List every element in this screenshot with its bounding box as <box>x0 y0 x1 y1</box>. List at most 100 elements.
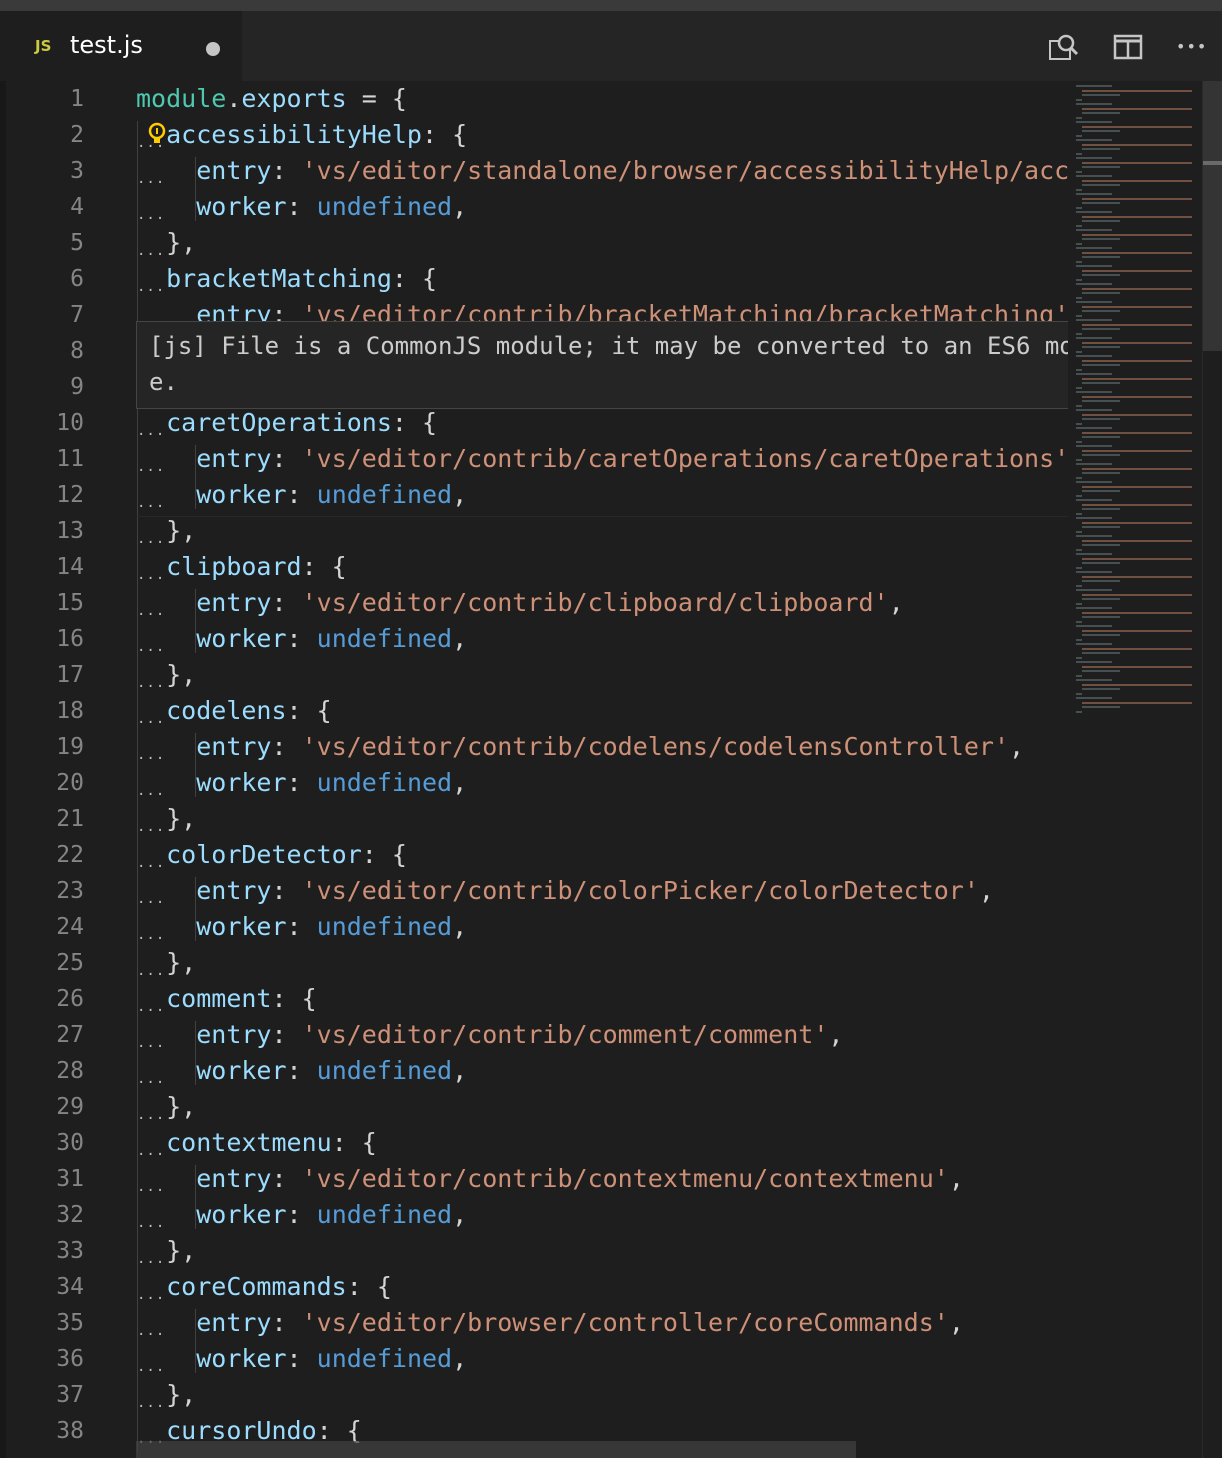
code-token: : <box>271 444 302 473</box>
lightbulb-icon[interactable] <box>146 121 168 149</box>
minimap-line <box>1076 571 1112 573</box>
code-token: : <box>271 1308 302 1337</box>
scrollbar-thumb[interactable] <box>1203 81 1222 351</box>
code-token: 'vs/editor/browser/controller/coreComman… <box>301 1308 949 1337</box>
code-line[interactable]: 20... worker: undefined, <box>0 765 1070 801</box>
code-token: undefined <box>316 480 453 509</box>
open-changes-button[interactable] <box>1046 31 1082 67</box>
code-line[interactable]: 26... comment: { <box>0 981 1070 1017</box>
code-token: , <box>452 768 468 797</box>
code-line[interactable]: 17... }, <box>0 657 1070 693</box>
minimap-line <box>1076 319 1112 321</box>
code-text: worker: undefined, <box>136 621 467 657</box>
hover-tooltip: [js] File is a CommonJS module; it may b… <box>136 321 1140 409</box>
code-text: entry: 'vs/editor/standalone/browser/acc… <box>136 153 1084 189</box>
code-line[interactable]: 12... worker: undefined, <box>0 477 1070 513</box>
code-token: }, <box>136 948 197 977</box>
minimap-line <box>1082 485 1192 488</box>
code-line[interactable]: 4... worker: undefined, <box>0 189 1070 225</box>
code-line[interactable]: 24... worker: undefined, <box>0 909 1070 945</box>
minimap-line <box>1082 575 1192 578</box>
minimap-line <box>1082 503 1192 506</box>
line-number: 17 <box>56 662 84 688</box>
code-line[interactable]: 28... worker: undefined, <box>0 1053 1070 1089</box>
code-line[interactable]: 5... }, <box>0 225 1070 261</box>
code-line[interactable]: 18... codelens: { <box>0 693 1070 729</box>
code-text: entry: 'vs/editor/contrib/comment/commen… <box>136 1017 843 1053</box>
minimap-line <box>1082 161 1192 164</box>
minimap-line <box>1082 184 1120 186</box>
code-line[interactable]: 10... caretOperations: { <box>0 405 1070 441</box>
code-line[interactable]: 1 module.exports = { <box>0 81 1070 117</box>
minimap-line <box>1076 170 1082 173</box>
code-token: worker <box>196 1344 287 1373</box>
minimap-line <box>1076 620 1082 623</box>
minimap-line <box>1076 332 1082 335</box>
code-line[interactable]: 27... entry: 'vs/editor/contrib/comment/… <box>0 1017 1070 1053</box>
minimap-line <box>1082 166 1120 168</box>
code-line[interactable]: 29... }, <box>0 1089 1070 1125</box>
minimap-line <box>1082 562 1120 564</box>
code-token: coreCommands <box>166 1272 347 1301</box>
code-line[interactable]: 36... worker: undefined, <box>0 1341 1070 1377</box>
minimap-line <box>1076 247 1112 249</box>
code-line[interactable]: 35... entry: 'vs/editor/browser/controll… <box>0 1305 1070 1341</box>
code-text: clipboard: { <box>136 549 347 585</box>
line-number: 19 <box>56 734 84 760</box>
code-line[interactable]: 37... }, <box>0 1377 1070 1413</box>
horizontal-scrollbar-thumb[interactable] <box>136 1441 856 1458</box>
minimap-line <box>1082 580 1120 582</box>
code-line[interactable]: 33... }, <box>0 1233 1070 1269</box>
minimap-line <box>1082 413 1192 416</box>
minimap-line <box>1082 544 1120 546</box>
tab-test-js[interactable]: JS test.js <box>0 11 242 81</box>
code-line[interactable]: 21... }, <box>0 801 1070 837</box>
code-line[interactable]: 25... }, <box>0 945 1070 981</box>
code-line[interactable]: 31... entry: 'vs/editor/contrib/contextm… <box>0 1161 1070 1197</box>
minimap-line <box>1076 517 1112 519</box>
line-number: 37 <box>56 1382 84 1408</box>
minimap-line <box>1076 355 1112 357</box>
minimap-line <box>1076 206 1082 209</box>
more-actions-button[interactable]: ••• <box>1176 37 1212 73</box>
minimap[interactable] <box>1068 81 1202 1458</box>
line-number: 5 <box>70 230 84 256</box>
code-line[interactable]: 30... contextmenu: { <box>0 1125 1070 1161</box>
code-line[interactable]: 15... entry: 'vs/editor/contrib/clipboar… <box>0 585 1070 621</box>
hover-message: [js] File is a CommonJS module; it may b… <box>149 332 1118 396</box>
unsaved-indicator-icon[interactable] <box>206 42 220 56</box>
code-line[interactable]: 19... entry: 'vs/editor/contrib/codelens… <box>0 729 1070 765</box>
code-text: }, <box>136 1377 196 1413</box>
code-text: }, <box>136 657 196 693</box>
code-line[interactable]: 22... colorDetector: { <box>0 837 1070 873</box>
code-line[interactable]: 16... worker: undefined, <box>0 621 1070 657</box>
code-line[interactable]: 11... entry: 'vs/editor/contrib/caretOpe… <box>0 441 1084 477</box>
vertical-scrollbar[interactable] <box>1202 81 1222 1458</box>
code-line[interactable]: 6... bracketMatching: { <box>0 261 1070 297</box>
minimap-line <box>1076 211 1112 213</box>
minimap-line <box>1082 346 1120 348</box>
minimap-line <box>1082 634 1120 636</box>
code-line[interactable]: 14... clipboard: { <box>0 549 1070 585</box>
split-editor-button[interactable] <box>1112 31 1148 67</box>
code-token: }, <box>136 516 197 545</box>
minimap-line <box>1076 139 1112 141</box>
code-token: worker <box>196 1056 287 1085</box>
code-line[interactable]: 32... worker: undefined, <box>0 1197 1070 1233</box>
code-line[interactable]: 23... entry: 'vs/editor/contrib/colorPic… <box>0 873 1070 909</box>
line-number: 38 <box>56 1418 84 1444</box>
minimap-line <box>1076 440 1082 443</box>
code-text: entry: 'vs/editor/contrib/colorPicker/co… <box>136 873 994 909</box>
code-line[interactable]: 13... }, <box>0 513 1070 549</box>
editor-area[interactable]: 1 module.exports = {2... accessibilityHel… <box>0 81 1222 1458</box>
line-number: 26 <box>56 986 84 1012</box>
code-line[interactable]: 3... entry: 'vs/editor/standalone/browse… <box>0 153 1084 189</box>
code-token: 'vs/editor/standalone/browser/accessibil… <box>301 156 1085 185</box>
line-number: 36 <box>56 1346 84 1372</box>
code-line[interactable]: 34... coreCommands: { <box>0 1269 1070 1305</box>
